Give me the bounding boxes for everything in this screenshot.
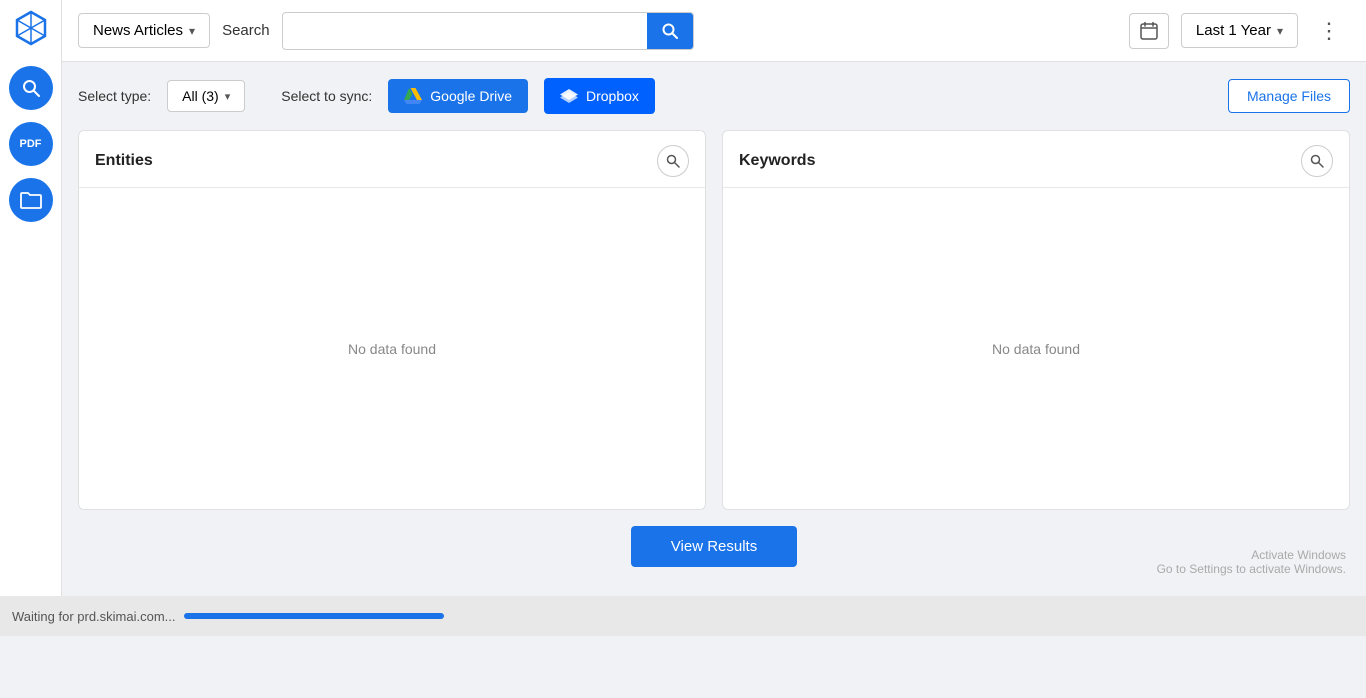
header: News Articles ▾ Search Last 1 Year ▾ ⋮ bbox=[62, 0, 1366, 62]
toolbar-row: Select type: All (3) ▾ Select to sync: G… bbox=[78, 78, 1350, 114]
sidebar-folder-icon[interactable] bbox=[9, 178, 53, 222]
keywords-card-header: Keywords bbox=[723, 131, 1349, 188]
manage-files-button[interactable]: Manage Files bbox=[1228, 79, 1350, 113]
dropbox-label: Dropbox bbox=[586, 88, 639, 104]
select-type-label: Select type: bbox=[78, 88, 151, 104]
keywords-title: Keywords bbox=[739, 152, 815, 170]
activate-windows-notice: Activate Windows Go to Settings to activ… bbox=[1157, 548, 1346, 576]
calendar-button[interactable] bbox=[1129, 13, 1169, 49]
entities-card: Entities No data found bbox=[78, 130, 706, 510]
all-select-button[interactable]: All (3) ▾ bbox=[167, 80, 245, 112]
sidebar: PDF bbox=[0, 0, 62, 636]
view-results-button[interactable]: View Results bbox=[631, 526, 797, 567]
entities-no-data: No data found bbox=[79, 188, 705, 509]
all-select-chevron-icon: ▾ bbox=[225, 90, 231, 103]
cards-row: Entities No data found Keywords bbox=[78, 130, 1350, 510]
sidebar-pdf-icon[interactable]: PDF bbox=[9, 122, 53, 166]
status-progress-bar bbox=[184, 613, 444, 619]
entities-search-icon[interactable] bbox=[657, 145, 689, 177]
app-logo[interactable] bbox=[11, 8, 51, 48]
google-drive-button[interactable]: Google Drive bbox=[388, 79, 528, 113]
manage-files-label: Manage Files bbox=[1247, 88, 1331, 104]
google-drive-label: Google Drive bbox=[430, 88, 512, 104]
google-drive-icon bbox=[404, 88, 422, 104]
status-text: Waiting for prd.skimai.com... bbox=[12, 609, 176, 624]
search-button[interactable] bbox=[647, 13, 693, 49]
dropbox-icon bbox=[560, 87, 578, 105]
news-articles-label: News Articles bbox=[93, 22, 183, 39]
keywords-search-icon[interactable] bbox=[1301, 145, 1333, 177]
more-options-button[interactable]: ⋮ bbox=[1310, 14, 1350, 48]
dropbox-button[interactable]: Dropbox bbox=[544, 78, 655, 114]
date-range-label: Last 1 Year bbox=[1196, 22, 1271, 39]
date-range-button[interactable]: Last 1 Year ▾ bbox=[1181, 13, 1298, 48]
keywords-card: Keywords No data found bbox=[722, 130, 1350, 510]
date-range-chevron-icon: ▾ bbox=[1277, 24, 1283, 38]
news-articles-chevron-icon: ▾ bbox=[189, 24, 195, 38]
search-label: Search bbox=[222, 22, 270, 39]
sidebar-search-icon[interactable] bbox=[9, 66, 53, 110]
keywords-no-data: No data found bbox=[723, 188, 1349, 509]
status-bar: Waiting for prd.skimai.com... bbox=[0, 596, 1366, 636]
search-container bbox=[282, 12, 695, 50]
select-sync-label: Select to sync: bbox=[281, 88, 372, 104]
entities-card-header: Entities bbox=[79, 131, 705, 188]
search-input[interactable] bbox=[283, 14, 648, 48]
view-results-label: View Results bbox=[671, 538, 757, 555]
news-articles-button[interactable]: News Articles ▾ bbox=[78, 13, 210, 48]
all-select-label: All (3) bbox=[182, 88, 219, 104]
entities-title: Entities bbox=[95, 152, 153, 170]
